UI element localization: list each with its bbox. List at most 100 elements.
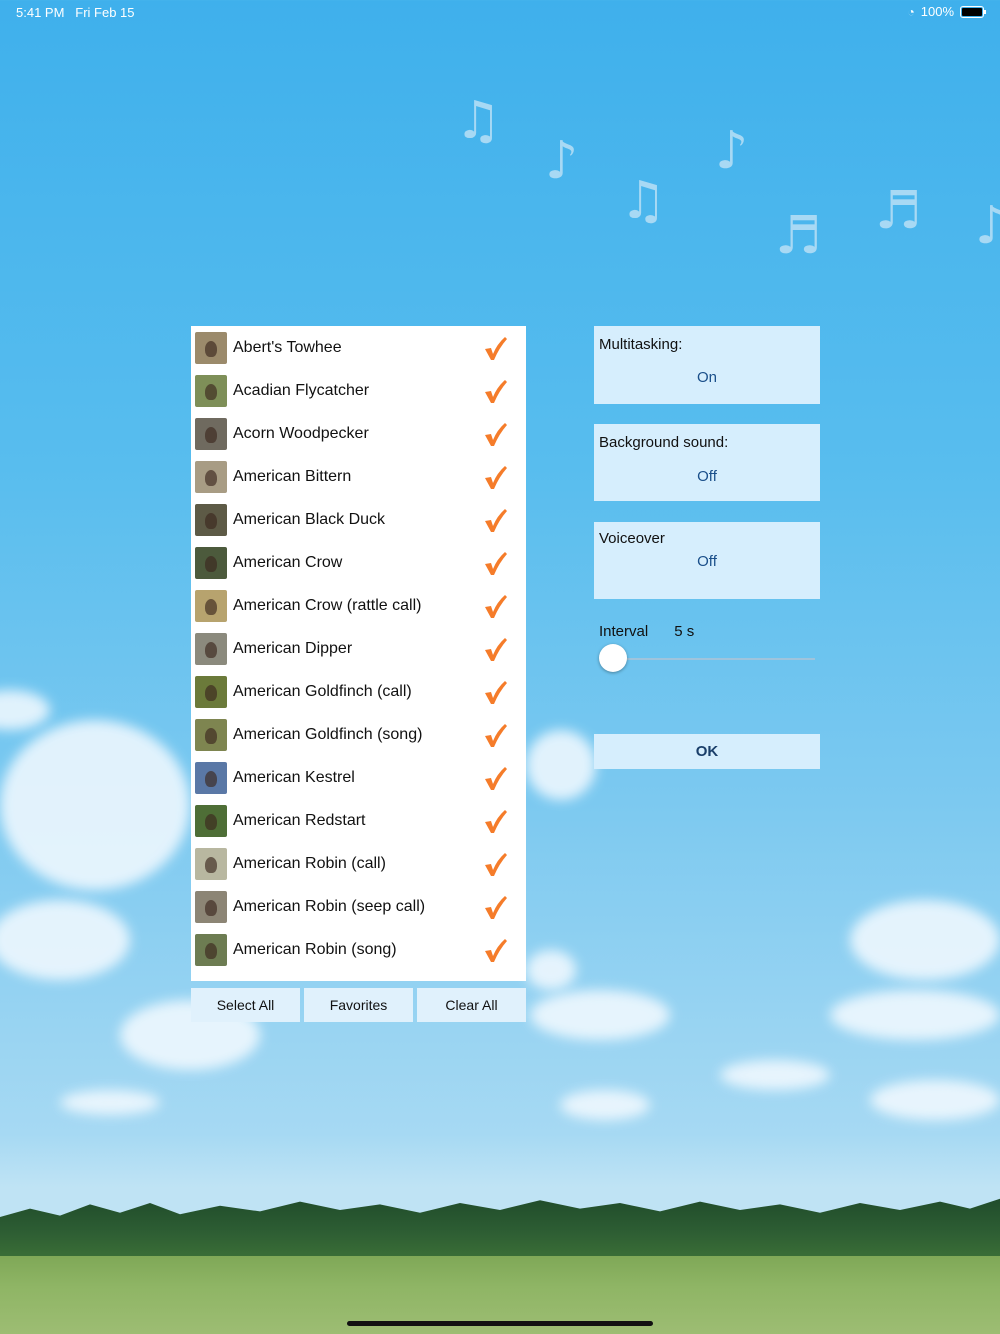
bird-name: Acorn Woodpecker (233, 424, 369, 442)
checkmark-icon[interactable] (482, 507, 508, 533)
status-time-date: 5:41 PM Fri Feb 15 (16, 5, 135, 20)
music-note-icon: ♬ (875, 181, 922, 241)
bird-thumbnail (195, 847, 227, 880)
cloud (0, 690, 50, 730)
cloud (526, 950, 576, 990)
bird-row[interactable]: American Bittern (191, 455, 526, 498)
cloud (830, 990, 1000, 1040)
bird-name: Abert's Towhee (233, 338, 342, 356)
bird-row[interactable]: American Black Duck (191, 498, 526, 541)
checkmark-icon[interactable] (482, 636, 508, 662)
music-note-icon: ♪ (975, 196, 1000, 256)
bird-row[interactable]: Acadian Flycatcher (191, 369, 526, 412)
bird-name: American Robin (seep call) (233, 897, 426, 915)
bird-row[interactable]: American Kestrel (191, 756, 526, 799)
cloud (720, 1060, 830, 1090)
music-note-icon: ♪ (715, 121, 749, 181)
bird-row[interactable]: American Goldfinch (call) (191, 670, 526, 713)
voiceover-label: Voiceover (599, 530, 665, 547)
bird-row[interactable]: American Crow (rattle call) (191, 584, 526, 627)
bird-name: American Kestrel (233, 768, 355, 786)
checkmark-icon[interactable] (482, 335, 508, 361)
bird-name: American Goldfinch (call) (233, 682, 412, 700)
bird-thumbnail (195, 933, 227, 966)
ok-button[interactable]: OK (594, 734, 820, 769)
interval-row: Interval 5 s (599, 623, 694, 640)
checkmark-icon[interactable] (482, 722, 508, 748)
home-indicator (347, 1321, 653, 1326)
status-bar: 5:41 PM Fri Feb 15 ◔ 100% (0, 0, 1000, 24)
battery-icon (960, 5, 986, 18)
bird-row[interactable]: American Dipper (191, 627, 526, 670)
bird-name: American Black Duck (233, 510, 386, 528)
bird-row[interactable]: Acorn Woodpecker (191, 412, 526, 455)
bird-name: American Robin (call) (233, 854, 386, 872)
interval-slider-thumb[interactable] (599, 644, 627, 672)
background-sound-value: Off (697, 468, 717, 485)
interval-label: Interval (599, 623, 649, 640)
status-time: 5:41 PM (16, 5, 65, 20)
favorites-button[interactable]: Favorites (304, 988, 413, 1022)
cloud (0, 900, 130, 980)
cloud (560, 1090, 650, 1120)
checkmark-icon[interactable] (482, 464, 508, 490)
bird-thumbnail (195, 374, 227, 407)
checkmark-icon[interactable] (482, 808, 508, 834)
bird-row[interactable]: American Robin (seep call) (191, 885, 526, 928)
bird-name: American Robin (song) (233, 940, 397, 958)
wifi-icon: ◔ (907, 4, 915, 19)
bird-thumbnail (195, 589, 227, 622)
status-right: ◔ 100% (907, 4, 986, 19)
multitasking-label: Multitasking: (599, 336, 683, 353)
cloud (870, 1080, 1000, 1120)
bird-list[interactable]: Abert's Towhee Acadian Flycatcher Acorn Wo… (191, 326, 526, 981)
music-note-icon: ♫ (455, 91, 502, 151)
music-note-icon: ♬ (775, 206, 822, 266)
checkmark-icon[interactable] (482, 593, 508, 619)
bird-thumbnail (195, 503, 227, 536)
voiceover-value: Off (697, 553, 717, 570)
interval-slider-track[interactable] (613, 658, 815, 660)
select-all-button[interactable]: Select All (191, 988, 300, 1022)
bird-name: Acadian Flycatcher (233, 381, 370, 399)
bird-row[interactable]: American Goldfinch (song) (191, 713, 526, 756)
bird-thumbnail (195, 761, 227, 794)
cloud (0, 720, 190, 890)
cloud (526, 730, 596, 800)
checkmark-icon[interactable] (482, 894, 508, 920)
interval-value: 5 s (674, 623, 695, 640)
multitasking-toggle[interactable]: Multitasking: On (594, 326, 820, 404)
checkmark-icon[interactable] (482, 937, 508, 963)
cloud (850, 900, 1000, 980)
checkmark-icon[interactable] (482, 421, 508, 447)
checkmark-icon[interactable] (482, 378, 508, 404)
bird-thumbnail (195, 890, 227, 923)
bird-thumbnail (195, 675, 227, 708)
bird-name: American Dipper (233, 639, 353, 657)
clear-all-button[interactable]: Clear All (417, 988, 526, 1022)
bird-row[interactable]: American Crow (191, 541, 526, 584)
bird-row[interactable]: Abert's Towhee (191, 326, 526, 369)
bird-row[interactable]: American Robin (song) (191, 928, 526, 971)
bird-name: American Redstart (233, 811, 366, 829)
background-sound-toggle[interactable]: Background sound: Off (594, 424, 820, 501)
bird-name: American Crow (rattle call) (233, 596, 422, 614)
checkmark-icon[interactable] (482, 851, 508, 877)
list-button-bar: Select All Favorites Clear All (191, 988, 526, 1022)
bird-name: American Goldfinch (song) (233, 725, 423, 743)
multitasking-value: On (696, 369, 717, 386)
cloud (530, 990, 670, 1040)
bird-thumbnail (195, 331, 227, 364)
bird-row[interactable]: American Redstart (191, 799, 526, 842)
voiceover-toggle[interactable]: Voiceover Off (594, 522, 820, 599)
checkmark-icon[interactable] (482, 550, 508, 576)
bird-row[interactable]: American Robin (call) (191, 842, 526, 885)
cloud (60, 1090, 160, 1115)
checkmark-icon[interactable] (482, 765, 508, 791)
bird-name: American Crow (233, 553, 343, 571)
music-note-icon: ♪ (545, 131, 579, 191)
music-note-icon: ♫ (620, 171, 667, 231)
bird-thumbnail (195, 460, 227, 493)
bird-name: American Bittern (233, 467, 352, 485)
checkmark-icon[interactable] (482, 679, 508, 705)
